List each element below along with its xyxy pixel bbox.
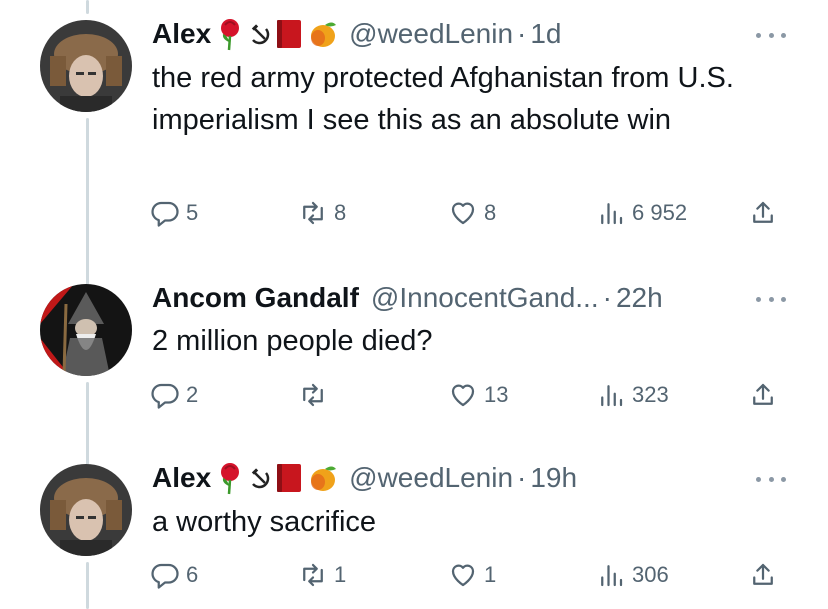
avatar-image [40,20,132,112]
red-book-icon [277,20,302,48]
tweet[interactable]: Alex @weedLenin · [0,448,828,609]
more-icon [756,296,761,302]
retweet-button[interactable] [298,380,334,410]
heart-icon [451,384,475,407]
user-handle[interactable]: @InnocentGand... [371,281,599,315]
avatar[interactable] [40,464,132,556]
display-name[interactable]: Alex [152,17,211,51]
share-button[interactable] [748,380,778,410]
views-icon [601,385,623,407]
hammer-sickle-icon [251,468,270,489]
retweet-count: 8 [334,200,347,225]
retweet-count: 1 [334,562,347,587]
tweet-header: Alex @weedLenin · [152,17,562,51]
tweet[interactable]: Alex @weedLenin · [0,0,828,260]
avatar-image [40,464,132,556]
reply-icon [151,201,179,227]
separator-dot: · [517,18,527,49]
views-button[interactable]: 6 952 [596,198,687,228]
reply-button[interactable]: 2 [150,380,198,410]
user-handle[interactable]: @weedLenin [349,17,513,51]
more-icon [756,476,761,482]
more-icon [756,32,761,38]
share-icon [753,563,773,585]
tweet-text: a worthy sacrifice [152,506,377,538]
tweet-actions: 5 8 8 6 952 [150,198,790,232]
separator-dot: · [517,462,527,493]
reply-count: 6 [186,562,199,587]
avatar-image [40,284,132,376]
views-icon [601,203,623,225]
like-button[interactable]: 1 [448,560,496,590]
tweet-text: the red army protected Afghanistan from … [152,62,734,136]
heart-icon [451,564,475,587]
display-name[interactable]: Ancom Gandalf [152,281,359,315]
tweet-header: Alex @weedLenin · [152,461,577,495]
reply-button[interactable]: 5 [150,198,198,228]
heart-icon [451,202,475,225]
more-options-button[interactable] [756,294,786,304]
tweet-actions: 2 13 323 [150,380,790,414]
share-icon [753,383,773,405]
tweet-text: 2 million people died? [152,325,433,357]
rose-icon [221,19,240,51]
view-count: 306 [632,562,669,587]
reply-button[interactable]: 6 [150,560,198,590]
reply-count: 2 [186,382,199,407]
user-handle[interactable]: @weedLenin [349,461,513,495]
reply-count: 5 [186,200,199,225]
name-emojis [215,461,339,495]
like-button[interactable]: 8 [448,198,496,228]
retweet-button[interactable]: 1 [298,560,346,590]
mango-icon [311,466,337,491]
like-count: 1 [484,562,497,587]
timestamp[interactable]: 22h [616,281,663,315]
rose-icon [221,463,240,495]
reply-icon [151,563,179,589]
retweet-icon [303,201,323,225]
avatar[interactable] [40,284,132,376]
share-button[interactable] [748,198,778,228]
views-button[interactable]: 306 [596,560,669,590]
like-button[interactable]: 13 [448,380,508,410]
views-button[interactable]: 323 [596,380,669,410]
tweet-header: Ancom Gandalf @InnocentGand... · 22h [152,281,663,315]
timestamp[interactable]: 19h [530,461,577,495]
like-count: 13 [484,382,509,407]
retweet-button[interactable]: 8 [298,198,346,228]
share-button[interactable] [748,560,778,590]
separator-dot: · [602,282,612,313]
tweet[interactable]: Ancom Gandalf @InnocentGand... · 22h 2 m… [0,268,828,448]
share-icon [753,201,773,223]
views-icon [601,565,623,587]
mango-icon [311,22,337,47]
view-count: 6 952 [632,200,688,225]
hammer-sickle-icon [251,24,270,45]
more-options-button[interactable] [756,30,786,40]
like-count: 8 [484,200,497,225]
red-book-icon [277,464,302,492]
reply-icon [151,383,179,409]
name-emojis [215,17,339,51]
more-options-button[interactable] [756,474,786,484]
retweet-icon [303,563,323,587]
avatar[interactable] [40,20,132,112]
tweet-actions: 6 1 1 306 [150,560,790,594]
display-name[interactable]: Alex [152,461,211,495]
retweet-icon [303,383,323,407]
view-count: 323 [632,382,669,407]
timestamp[interactable]: 1d [530,17,561,51]
